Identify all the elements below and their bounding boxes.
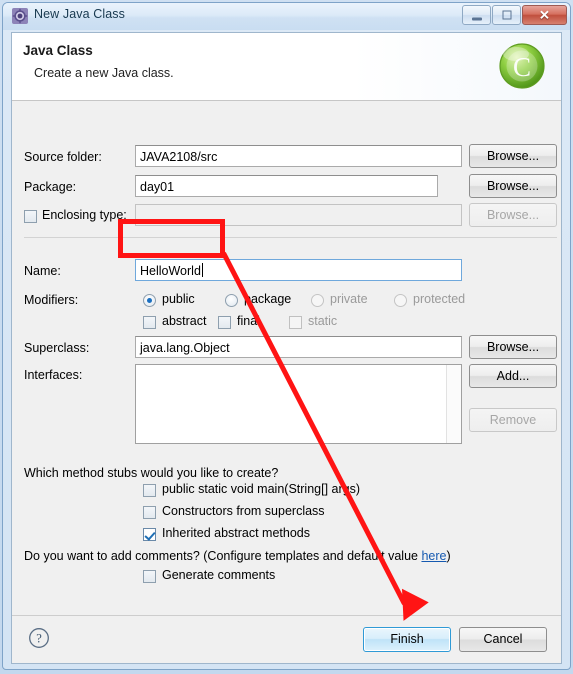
- modifier-label-protected: protected: [413, 292, 466, 306]
- wizard-header: Java Class Create a new Java class. C: [12, 33, 561, 101]
- modifier-radio-public[interactable]: [143, 294, 156, 307]
- maximize-button[interactable]: [492, 5, 521, 25]
- superclass-browse-button[interactable]: Browse...: [469, 335, 557, 359]
- modifier-label-static: static: [308, 314, 338, 328]
- text-caret: [201, 263, 203, 277]
- configure-templates-link[interactable]: here: [421, 549, 446, 563]
- enclosing-type-checkbox[interactable]: [24, 210, 37, 223]
- package-label: Package:: [24, 180, 77, 194]
- form-content: Source folder: JAVA2108/src Browse... Pa…: [12, 102, 561, 616]
- interfaces-list[interactable]: [135, 364, 462, 444]
- method-stub-label-constructors: Constructors from superclass: [162, 504, 325, 518]
- title-bar[interactable]: New Java Class ✕: [3, 3, 570, 30]
- dialog-body: Java Class Create a new Java class. C So…: [11, 32, 562, 664]
- modifier-checkbox-abstract[interactable]: [143, 316, 156, 329]
- interfaces-remove-button: Remove: [469, 408, 557, 432]
- method-stub-label-inherited: Inherited abstract methods: [162, 526, 310, 540]
- page-title: Java Class: [23, 43, 93, 58]
- interfaces-list-scrollbar[interactable]: [446, 365, 461, 443]
- method-stub-label-main: public static void main(String[] args): [162, 482, 360, 496]
- package-browse-button[interactable]: Browse...: [469, 174, 557, 198]
- separator-1: [24, 237, 557, 238]
- method-stub-checkbox-inherited[interactable]: [143, 528, 156, 541]
- dialog-footer: ? Finish Cancel: [12, 615, 561, 663]
- svg-text:?: ?: [36, 632, 42, 646]
- name-label: Name:: [24, 264, 61, 278]
- enclosing-type-input: [135, 204, 462, 226]
- close-icon: ✕: [539, 7, 550, 23]
- modifier-radio-private: [311, 294, 324, 307]
- finish-button[interactable]: Finish: [363, 627, 451, 652]
- screenshot-root: New Java Class ✕ Java Class Create a new…: [0, 0, 573, 674]
- modifier-label-package: package: [244, 292, 292, 306]
- method-stub-checkbox-constructors[interactable]: [143, 506, 156, 519]
- modifier-label-abstract: abstract: [162, 314, 207, 328]
- interfaces-label: Interfaces:: [24, 368, 83, 382]
- class-name-input[interactable]: HelloWorld: [135, 259, 462, 281]
- modifier-radio-protected: [394, 294, 407, 307]
- enclosing-type-label: Enclosing type:: [42, 208, 127, 222]
- page-subtitle: Create a new Java class.: [34, 66, 174, 80]
- java-class-icon: [12, 8, 28, 24]
- method-stub-checkbox-main[interactable]: [143, 484, 156, 497]
- minimize-button[interactable]: [462, 5, 491, 25]
- source-folder-label: Source folder:: [24, 150, 102, 164]
- modifier-checkbox-final[interactable]: [218, 316, 231, 329]
- modifier-label-public: public: [162, 292, 195, 306]
- interfaces-add-button[interactable]: Add...: [469, 364, 557, 388]
- modifier-label-private: private: [330, 292, 368, 306]
- comments-question: Do you want to add comments? (Configure …: [24, 549, 451, 563]
- modifier-checkbox-static: [289, 316, 302, 329]
- comments-question-suffix: ): [446, 549, 451, 563]
- java-class-wizard-icon: C: [496, 40, 548, 92]
- method-stubs-question: Which method stubs would you like to cre…: [24, 466, 279, 480]
- enclosing-type-browse-button: Browse...: [469, 203, 557, 227]
- window-controls: ✕: [461, 5, 567, 25]
- superclass-input[interactable]: java.lang.Object: [135, 336, 462, 358]
- generate-comments-label: Generate comments: [162, 568, 276, 582]
- window-title: New Java Class: [34, 7, 126, 21]
- comments-question-prefix: Do you want to add comments? (Configure …: [24, 549, 422, 563]
- dialog-window: New Java Class ✕ Java Class Create a new…: [2, 2, 571, 670]
- class-name-value: HelloWorld: [140, 264, 201, 278]
- generate-comments-checkbox[interactable]: [143, 570, 156, 583]
- cancel-button[interactable]: Cancel: [459, 627, 547, 652]
- superclass-label: Superclass:: [24, 341, 90, 355]
- modifier-label-final: final: [237, 314, 260, 328]
- source-folder-browse-button[interactable]: Browse...: [469, 144, 557, 168]
- help-icon[interactable]: ?: [28, 627, 50, 649]
- modifier-radio-package[interactable]: [225, 294, 238, 307]
- close-button[interactable]: ✕: [522, 5, 567, 25]
- package-input[interactable]: day01: [135, 175, 438, 197]
- source-folder-input[interactable]: JAVA2108/src: [135, 145, 462, 167]
- modifiers-label: Modifiers:: [24, 293, 79, 307]
